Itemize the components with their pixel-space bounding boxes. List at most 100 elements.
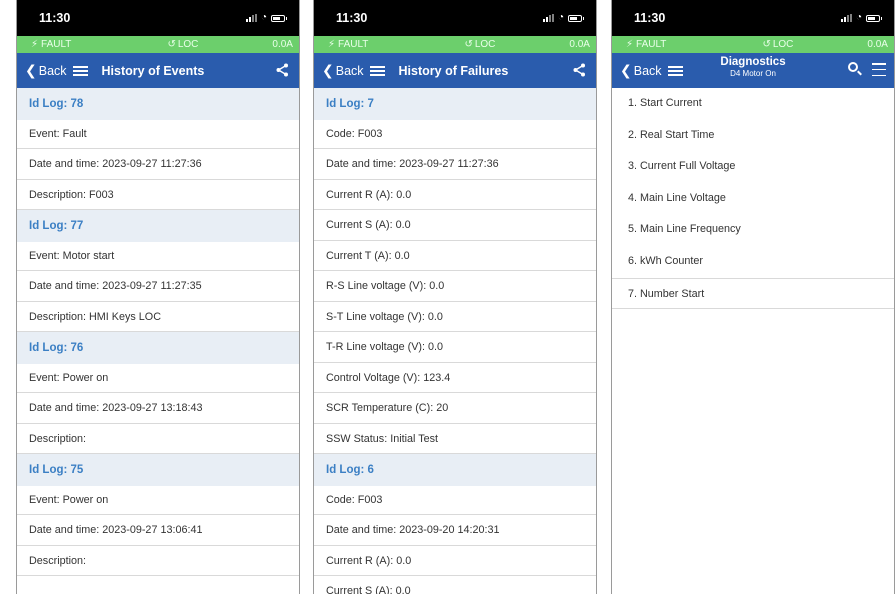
list-item[interactable]: Description: bbox=[17, 546, 299, 576]
failures-screen: 11:30 ◔ ⚡ FAULT ↺ LOC 0.0A ❮ Back Histor… bbox=[313, 0, 597, 594]
log-id-header[interactable]: Id Log: 78 bbox=[17, 88, 299, 120]
share-icon[interactable] bbox=[573, 63, 586, 80]
list-item[interactable]: Date and time: 2023-09-27 11:27:36 bbox=[314, 149, 596, 180]
loc-label: LOC bbox=[474, 39, 496, 50]
nav-bar: ❮ Back Diagnostics D4 Motor On bbox=[612, 53, 894, 88]
list-item[interactable]: Control Voltage (V): 123.4 bbox=[314, 363, 596, 393]
list-item[interactable]: Date and time: 2023-09-27 11:27:35 bbox=[17, 271, 299, 302]
list-item[interactable]: Description: HMI Keys LOC bbox=[17, 302, 299, 332]
fault-status-bar: ⚡ FAULT ↺ LOC 0.0A bbox=[314, 36, 596, 53]
share-icon[interactable] bbox=[276, 63, 289, 80]
current-label: 0.0A bbox=[272, 39, 293, 50]
search-icon[interactable] bbox=[848, 62, 863, 77]
wifi-icon: ◔ bbox=[260, 12, 267, 23]
signal-icon bbox=[840, 14, 852, 22]
list-item[interactable]: Event: Fault bbox=[17, 120, 299, 149]
list-item[interactable]: Event: Power on bbox=[17, 364, 299, 393]
diagnostics-screen: 11:30 ◔ ⚡ FAULT ↺ LOC 0.0A ❮ Back Diagno… bbox=[611, 0, 895, 594]
list-item[interactable]: Date and time: 2023-09-27 13:18:43 bbox=[17, 393, 299, 424]
wifi-icon: ◔ bbox=[855, 12, 862, 23]
fault-label: FAULT bbox=[41, 39, 72, 50]
back-label: Back bbox=[335, 63, 364, 78]
wifi-icon: ◔ bbox=[557, 12, 564, 23]
fault-label: FAULT bbox=[636, 39, 667, 50]
loc-label: LOC bbox=[177, 39, 199, 50]
back-button[interactable]: ❮ Back bbox=[620, 62, 662, 79]
list-item[interactable]: Code: F003 bbox=[314, 120, 596, 149]
fault-icon: ⚡ bbox=[626, 39, 634, 50]
fault-icon: ⚡ bbox=[328, 39, 336, 50]
menu-icon[interactable] bbox=[667, 65, 683, 76]
page-title: History of Events bbox=[101, 63, 205, 78]
fault-icon: ⚡ bbox=[31, 39, 39, 50]
menu-icon[interactable] bbox=[72, 65, 88, 76]
diagnostic-item[interactable]: 2. Real Start Time bbox=[612, 120, 894, 152]
list-item[interactable]: Current R (A): 0.0 bbox=[314, 546, 596, 576]
back-chevron-icon: ❮ bbox=[620, 62, 632, 78]
log-id-header[interactable]: Id Log: 75 bbox=[17, 454, 299, 486]
back-button[interactable]: ❮ Back bbox=[25, 62, 67, 79]
status-bar: 11:30 ◔ bbox=[314, 0, 596, 36]
list-item[interactable]: Event: Power on bbox=[17, 486, 299, 515]
diagnostic-item[interactable]: 6. kWh Counter bbox=[612, 246, 894, 278]
failures-list: Id Log: 7 Code: F003 Date and time: 2023… bbox=[314, 88, 596, 594]
list-item[interactable]: Code: F003 bbox=[314, 486, 596, 515]
back-chevron-icon: ❮ bbox=[322, 62, 334, 78]
status-bar: 11:30 ◔ bbox=[17, 0, 299, 36]
battery-icon bbox=[568, 14, 584, 22]
nav-bar: ❮ Back History of Failures bbox=[314, 53, 596, 88]
page-title: History of Failures bbox=[398, 63, 509, 78]
loc-icon: ↺ bbox=[464, 39, 473, 50]
list-item[interactable]: SSW Status: Initial Test bbox=[314, 424, 596, 454]
fault-status-bar: ⚡ FAULT ↺ LOC 0.0A bbox=[612, 36, 894, 53]
diagnostic-item[interactable]: 4. Main Line Voltage bbox=[612, 183, 894, 215]
list-item[interactable]: S-T Line voltage (V): 0.0 bbox=[314, 302, 596, 332]
list-item[interactable]: Current R (A): 0.0 bbox=[314, 180, 596, 210]
status-time: 11:30 bbox=[336, 11, 368, 25]
list-item[interactable]: Date and time: 2023-09-20 14:20:31 bbox=[314, 515, 596, 546]
back-label: Back bbox=[633, 63, 662, 78]
list-item[interactable]: Current S (A): 0.0 bbox=[314, 576, 596, 594]
diagnostic-item[interactable]: 7. Number Start bbox=[612, 277, 894, 310]
loc-icon: ↺ bbox=[167, 39, 176, 50]
fault-label: FAULT bbox=[338, 39, 369, 50]
battery-icon bbox=[866, 14, 882, 22]
diagnostics-list: 1. Start Current 2. Real Start Time 3. C… bbox=[612, 88, 894, 310]
list-item[interactable]: R-S Line voltage (V): 0.0 bbox=[314, 271, 596, 302]
events-screen: 11:30 ◔ ⚡ FAULT ↺ LOC 0.0A ❮ Back Histor… bbox=[16, 0, 300, 594]
status-time: 11:30 bbox=[634, 11, 666, 25]
back-label: Back bbox=[38, 63, 67, 78]
diagnostic-item[interactable]: 5. Main Line Frequency bbox=[612, 214, 894, 246]
list-item[interactable]: Date and time: 2023-09-27 13:06:41 bbox=[17, 515, 299, 546]
status-time: 11:30 bbox=[39, 11, 71, 25]
list-item[interactable]: Description: bbox=[17, 424, 299, 454]
list-item[interactable]: Event: Motor start bbox=[17, 242, 299, 271]
current-label: 0.0A bbox=[569, 39, 590, 50]
battery-icon bbox=[271, 14, 287, 22]
log-id-header[interactable]: Id Log: 7 bbox=[314, 88, 596, 120]
log-id-header[interactable]: Id Log: 76 bbox=[17, 332, 299, 364]
diagnostic-item[interactable]: 1. Start Current bbox=[612, 88, 894, 120]
back-button[interactable]: ❮ Back bbox=[322, 62, 364, 79]
loc-icon: ↺ bbox=[762, 39, 771, 50]
menu-icon[interactable] bbox=[369, 65, 385, 76]
signal-icon bbox=[542, 14, 554, 22]
list-item[interactable]: Current S (A): 0.0 bbox=[314, 210, 596, 241]
list-item[interactable]: SCR Temperature (C): 20 bbox=[314, 393, 596, 424]
list-item[interactable]: Date and time: 2023-09-27 11:27:36 bbox=[17, 149, 299, 180]
list-item[interactable]: Current T (A): 0.0 bbox=[314, 241, 596, 271]
signal-icon bbox=[245, 14, 257, 22]
events-list: Id Log: 78 Event: Fault Date and time: 2… bbox=[17, 88, 299, 576]
diagnostic-item[interactable]: 3. Current Full Voltage bbox=[612, 151, 894, 183]
back-chevron-icon: ❮ bbox=[25, 62, 37, 78]
filter-icon[interactable] bbox=[872, 63, 886, 76]
log-id-header[interactable]: Id Log: 77 bbox=[17, 210, 299, 242]
list-item[interactable]: T-R Line voltage (V): 0.0 bbox=[314, 332, 596, 363]
current-label: 0.0A bbox=[867, 39, 888, 50]
status-bar: 11:30 ◔ bbox=[612, 0, 894, 36]
nav-bar: ❮ Back History of Events bbox=[17, 53, 299, 88]
log-id-header[interactable]: Id Log: 6 bbox=[314, 454, 596, 486]
list-item[interactable]: Description: F003 bbox=[17, 180, 299, 210]
loc-label: LOC bbox=[772, 39, 794, 50]
fault-status-bar: ⚡ FAULT ↺ LOC 0.0A bbox=[17, 36, 299, 53]
